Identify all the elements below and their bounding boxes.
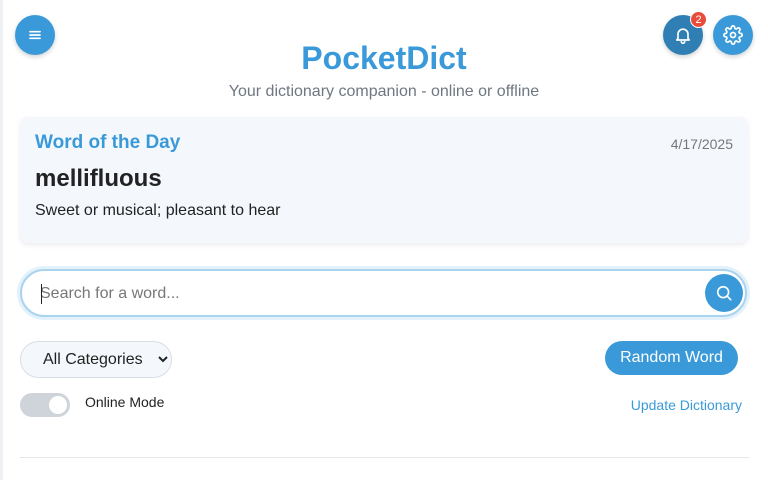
text-caret: [41, 284, 42, 304]
word-of-the-day-word: mellifluous: [35, 165, 162, 192]
category-select[interactable]: All Categories: [20, 341, 172, 378]
word-of-the-day-card[interactable]: Word of the Day 4/17/2025 mellifluous Sw…: [20, 117, 748, 243]
divider: [20, 457, 749, 458]
search-bar: [20, 269, 747, 317]
online-mode-label: Online Mode: [85, 394, 165, 410]
random-word-button[interactable]: Random Word: [605, 341, 738, 375]
search-input[interactable]: [40, 282, 680, 306]
update-dictionary-link[interactable]: Update Dictionary: [631, 397, 742, 413]
search-button[interactable]: [705, 274, 743, 312]
app-subtitle: Your dictionary companion - online or of…: [228, 83, 540, 100]
word-of-the-day-heading: Word of the Day: [35, 132, 181, 153]
toggle-knob: [49, 396, 67, 414]
search-icon: [716, 285, 732, 301]
app-title: PocketDict: [301, 40, 467, 76]
word-of-the-day-date: 4/17/2025: [670, 136, 733, 152]
online-mode-toggle[interactable]: [20, 393, 70, 417]
notification-badge: 2: [690, 11, 707, 28]
word-of-the-day-definition: Sweet or musical; pleasant to hear: [35, 202, 281, 219]
